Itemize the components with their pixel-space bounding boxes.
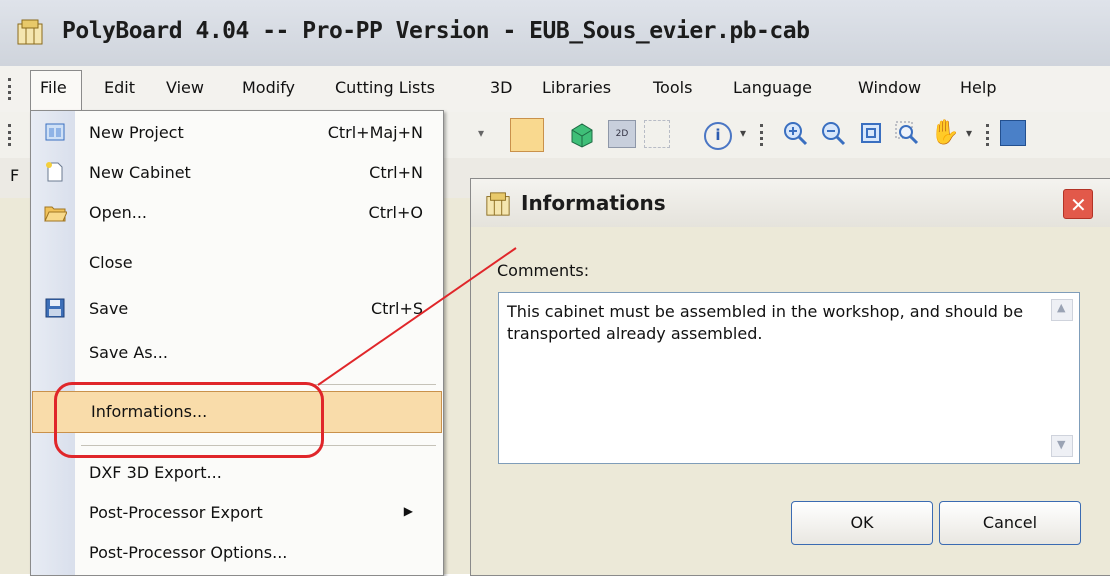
- menu-item-save[interactable]: Save Ctrl+S: [31, 289, 443, 329]
- new-cabinet-icon: [43, 161, 67, 183]
- menu-view[interactable]: View: [166, 78, 204, 97]
- menu-modify[interactable]: Modify: [242, 78, 295, 97]
- picture-icon[interactable]: [1000, 120, 1026, 146]
- grip-icon: [8, 78, 15, 100]
- view-2d-icon[interactable]: 2D: [608, 120, 636, 148]
- pan-hand-icon[interactable]: ✋: [930, 118, 960, 148]
- window-title: PolyBoard 4.04 -- Pro-PP Version - EUB_S…: [62, 18, 810, 44]
- dialog-title-bar[interactable]: Informations ✕: [471, 179, 1110, 227]
- close-icon: ✕: [1070, 193, 1087, 217]
- grip-icon: [986, 124, 993, 146]
- comments-text[interactable]: This cabinet must be assembled in the wo…: [507, 301, 1027, 345]
- annotation-highlight-rect: [54, 382, 324, 458]
- dialog-title: Informations: [521, 191, 666, 215]
- comments-label: Comments:: [497, 261, 590, 280]
- scroll-down-button[interactable]: ▼: [1051, 435, 1073, 457]
- scroll-up-button[interactable]: ▲: [1051, 299, 1073, 321]
- zoom-window-icon[interactable]: [894, 120, 920, 146]
- menu-cutting-lists[interactable]: Cutting Lists: [335, 78, 435, 97]
- cancel-button[interactable]: Cancel: [939, 501, 1081, 545]
- zoom-out-icon[interactable]: [820, 120, 846, 146]
- menu-item-save-as[interactable]: Save As...: [31, 333, 443, 373]
- dropdown-arrow-icon[interactable]: ▾: [478, 126, 494, 142]
- informations-dialog: Informations ✕ Comments: This cabinet mu…: [470, 178, 1110, 576]
- grip-icon: [760, 124, 767, 146]
- ok-button[interactable]: OK: [791, 501, 933, 545]
- dropdown-arrow-icon[interactable]: ▾: [740, 126, 746, 140]
- menu-3d[interactable]: 3D: [490, 78, 513, 97]
- menu-item-dxf-3d-export[interactable]: DXF 3D Export...: [31, 453, 443, 493]
- grip-icon: [8, 124, 15, 146]
- cube-3d-icon[interactable]: [568, 120, 596, 148]
- menu-item-new-project[interactable]: New Project Ctrl+Maj+N: [31, 113, 443, 153]
- close-button[interactable]: ✕: [1063, 189, 1093, 219]
- zoom-extents-icon[interactable]: [858, 120, 884, 146]
- new-project-icon: [43, 121, 67, 143]
- menu-file[interactable]: File: [40, 78, 67, 97]
- title-bar: PolyBoard 4.04 -- Pro-PP Version - EUB_S…: [0, 0, 1110, 67]
- file-menu-dropdown: New Project Ctrl+Maj+N New Cabinet Ctrl+…: [30, 110, 444, 576]
- properties-icon[interactable]: [510, 118, 544, 152]
- tab-partial-label[interactable]: F: [10, 166, 19, 185]
- menu-item-close[interactable]: Close: [31, 243, 443, 283]
- menu-window[interactable]: Window: [858, 78, 921, 97]
- chevron-up-icon: ▲: [1057, 301, 1066, 314]
- info-icon[interactable]: i: [704, 122, 732, 150]
- chevron-down-icon: ▼: [1057, 438, 1066, 451]
- menu-language[interactable]: Language: [733, 78, 812, 97]
- menu-item-post-processor-options[interactable]: Post-Processor Options...: [31, 533, 443, 573]
- menu-libraries[interactable]: Libraries: [542, 78, 611, 97]
- open-folder-icon: [43, 201, 68, 223]
- menu-edit[interactable]: Edit: [104, 78, 135, 97]
- app-icon: [485, 191, 511, 217]
- comments-textarea[interactable]: This cabinet must be assembled in the wo…: [498, 292, 1080, 464]
- menu-help[interactable]: Help: [960, 78, 996, 97]
- submenu-arrow-icon: ▶: [403, 504, 413, 518]
- menu-item-new-cabinet[interactable]: New Cabinet Ctrl+N: [31, 153, 443, 193]
- menu-item-post-processor-export[interactable]: Post-Processor Export ▶: [31, 493, 443, 533]
- dropdown-arrow-icon[interactable]: ▾: [966, 126, 972, 140]
- floppy-disk-icon: [43, 297, 67, 319]
- menu-tools[interactable]: Tools: [653, 78, 692, 97]
- menu-item-open[interactable]: Open... Ctrl+O: [31, 193, 443, 233]
- rotate-3d-icon[interactable]: [644, 120, 670, 148]
- zoom-in-icon[interactable]: [782, 120, 808, 146]
- app-icon: [16, 18, 44, 46]
